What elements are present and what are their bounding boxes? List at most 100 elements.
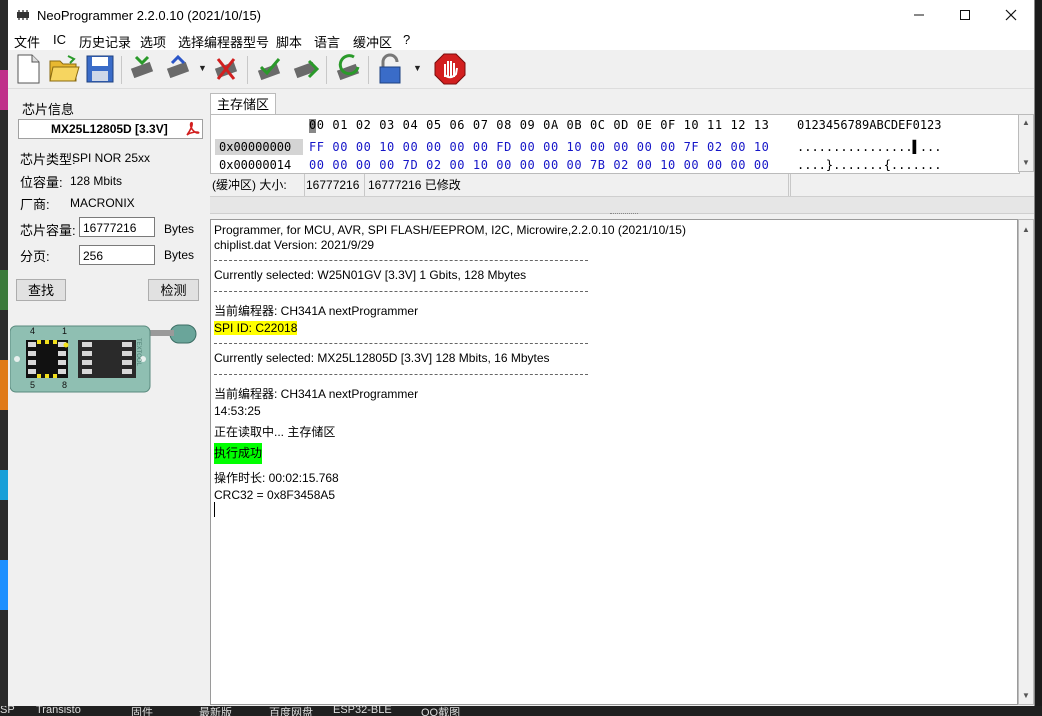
log-line: chiplist.dat Version: 2021/9/29 [214, 238, 375, 252]
read-chip-icon[interactable] [126, 53, 158, 85]
log-line: Currently selected: W25N01GV [3.3V] 1 Gb… [214, 268, 527, 282]
taskbar-item[interactable]: Transisto [36, 706, 81, 716]
menu-options[interactable]: 选项 [140, 32, 166, 51]
chip-size-label: 芯片容量: [20, 223, 76, 238]
hex-row-address: 0x00000014 [219, 158, 292, 172]
buffer-status-bar: (缓冲区) 大小: 16777216 16777216 已修改 [210, 174, 1034, 196]
save-icon[interactable] [84, 53, 116, 85]
log-separator [214, 260, 588, 261]
scroll-down-icon[interactable]: ▼ [1022, 158, 1030, 167]
buffer-size-label: (缓冲区) 大小: [212, 174, 305, 196]
socket-pin-8-label: 8 [62, 380, 67, 390]
tab-main-memory[interactable]: 主存储区 [210, 93, 276, 115]
maximize-button[interactable] [942, 0, 988, 30]
log-output[interactable]: Programmer, for MCU, AVR, SPI FLASH/EEPR… [210, 219, 1018, 705]
title-bar: NeoProgrammer 2.2.0.10 (2021/10/15) [8, 0, 1034, 30]
text-caret [214, 502, 215, 517]
log-line: Currently selected: MX25L12805D [3.3V] 1… [214, 351, 550, 365]
hex-scrollbar[interactable]: ▲ ▼ [1018, 114, 1034, 172]
chip-type-value: SPI NOR 25xx [72, 151, 151, 165]
page-size-unit: Bytes [164, 248, 195, 262]
taskbar-item[interactable]: QQ截图 [421, 706, 460, 716]
menu-buffer[interactable]: 缓冲区 [353, 32, 392, 51]
hex-row-ascii[interactable]: ....}.......{....... [797, 158, 942, 172]
log-spi-id: SPI ID: C22018 [214, 321, 298, 335]
buffer-modified-status: 16777216 已修改 [368, 174, 789, 196]
taskbar-item[interactable]: 固件 [131, 706, 153, 716]
close-icon [1005, 9, 1017, 21]
menu-history[interactable]: 历史记录 [79, 32, 131, 51]
menu-script[interactable]: 脚本 [276, 32, 302, 51]
socket-brand-label: TEXTOOL [135, 338, 141, 367]
taskbar-item[interactable]: 百度网盘 [269, 706, 313, 716]
chip-info-label: 芯片信息 [22, 102, 75, 117]
blank-check-icon[interactable] [289, 53, 321, 85]
menu-language[interactable]: 语言 [314, 32, 340, 51]
stop-icon[interactable] [434, 53, 466, 85]
chip-name-box[interactable]: MX25L12805D [3.3V] [18, 119, 203, 139]
scroll-up-icon[interactable]: ▲ [1022, 225, 1030, 234]
hex-row-bytes[interactable]: FF 00 00 10 00 00 00 00 FD 00 00 10 00 0… [309, 140, 769, 154]
capacity-label: 位容量: [20, 175, 63, 190]
menu-programmer[interactable]: 选择编程器型号 [178, 32, 269, 51]
capacity-value: 128 Mbits [70, 174, 123, 188]
toolbar: ▼ ▼ [8, 50, 1034, 89]
scroll-up-icon[interactable]: ▲ [1022, 118, 1030, 127]
log-separator [214, 374, 588, 375]
verify-chip-icon[interactable] [253, 53, 285, 85]
window-title: NeoProgrammer 2.2.0.10 (2021/10/15) [37, 8, 262, 23]
taskbar: SP Transisto 固件 最新版 百度网盘 ESP32-BLE QQ截图 [0, 706, 1042, 716]
find-button[interactable]: 查找 [16, 279, 66, 301]
log-line: 当前编程器: CH341A nextProgrammer [214, 387, 419, 401]
hex-ascii-header: 0123456789ABCDEF0123 [797, 118, 942, 132]
buffer-size-value: 16777216 [306, 174, 365, 196]
auto-icon[interactable] [332, 53, 364, 85]
minimize-icon [914, 14, 924, 16]
open-folder-icon[interactable] [48, 53, 80, 85]
hex-row-ascii[interactable]: ................▌... [797, 140, 942, 154]
close-button[interactable] [988, 0, 1034, 30]
buffer-tabs: 主存储区 [210, 93, 1034, 115]
log-success: 执行成功 [214, 443, 263, 464]
log-timestamp: 14:53:25 [214, 404, 261, 418]
menu-bar: 文件 IC 历史记录 选项 选择编程器型号 脚本 语言 缓冲区 ? [8, 30, 1034, 50]
write-chip-icon[interactable] [162, 53, 194, 85]
detect-button[interactable]: 检测 [148, 279, 199, 301]
taskbar-item[interactable]: ESP32-BLE [333, 706, 392, 716]
protect-lock-icon[interactable] [374, 53, 406, 85]
minimize-button[interactable] [896, 0, 942, 30]
zif-socket-image: 4 1 5 8 TEXTOOL [10, 324, 197, 393]
log-separator [214, 291, 588, 292]
log-scrollbar[interactable]: ▲ ▼ [1018, 219, 1034, 705]
page-label: 分页: [20, 249, 50, 264]
hex-row-bytes[interactable]: 00 00 00 00 7D 02 00 10 00 00 00 00 7B 0… [309, 158, 769, 172]
taskbar-item[interactable]: 最新版 [199, 706, 232, 716]
menu-help[interactable]: ? [403, 32, 410, 47]
panel-splitter[interactable] [210, 196, 1034, 214]
log-line: Programmer, for MCU, AVR, SPI FLASH/EEPR… [214, 223, 686, 237]
chip-size-field[interactable]: 16777216 [79, 217, 155, 237]
socket-pin-5-label: 5 [30, 380, 35, 390]
write-dropdown-icon[interactable]: ▼ [198, 63, 207, 73]
chip-name: MX25L12805D [3.3V] [51, 122, 168, 136]
menu-file[interactable]: 文件 [14, 32, 40, 51]
socket-pin-4-label: 4 [30, 326, 35, 336]
log-line: CRC32 = 0x8F3458A5 [214, 488, 336, 502]
hex-editor[interactable]: 00 01 02 03 04 05 06 07 08 09 0A 0B 0C 0… [210, 114, 1020, 174]
hex-column-header: 00 01 02 03 04 05 06 07 08 09 0A 0B 0C 0… [309, 118, 770, 132]
log-separator [214, 343, 588, 344]
erase-chip-icon[interactable] [210, 53, 242, 85]
app-window: NeoProgrammer 2.2.0.10 (2021/10/15) 文件 I… [8, 0, 1035, 706]
log-line: 正在读取中... 主存储区 [214, 425, 336, 439]
menu-ic[interactable]: IC [53, 32, 66, 47]
new-file-icon[interactable] [12, 53, 44, 85]
pdf-datasheet-icon[interactable] [184, 121, 200, 137]
chip-size-unit: Bytes [164, 222, 195, 236]
hex-row-address: 0x00000000 [219, 140, 292, 154]
page-size-field[interactable]: 256 [79, 245, 155, 265]
maximize-icon [960, 10, 970, 20]
taskbar-item[interactable]: SP [0, 706, 15, 716]
protect-dropdown-icon[interactable]: ▼ [413, 63, 422, 73]
scroll-down-icon[interactable]: ▼ [1022, 691, 1030, 700]
log-line: 操作时长: 00:02:15.768 [214, 471, 339, 485]
